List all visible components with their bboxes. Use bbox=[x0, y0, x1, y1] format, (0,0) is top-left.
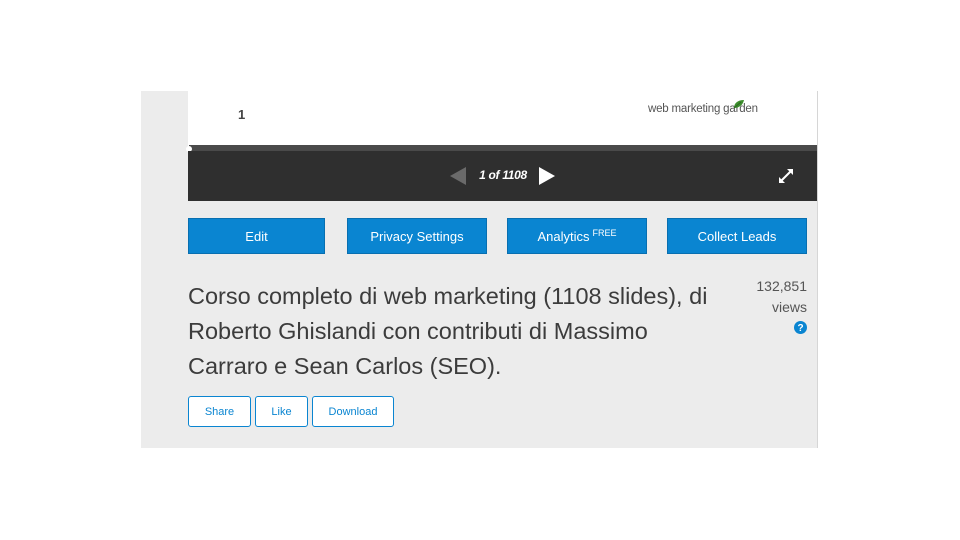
svg-text:?: ? bbox=[797, 323, 803, 334]
slide-page-number: 1 bbox=[238, 107, 246, 122]
collect-leads-label: Collect Leads bbox=[697, 228, 777, 244]
like-label: Like bbox=[271, 405, 292, 418]
privacy-settings-button[interactable]: Privacy Settings bbox=[347, 218, 487, 254]
view-counter: 132,851 views bbox=[721, 276, 807, 318]
edit-button-label: Edit bbox=[245, 228, 268, 244]
next-slide-button[interactable] bbox=[536, 165, 558, 187]
download-button[interactable]: Download bbox=[312, 396, 394, 427]
like-button[interactable]: Like bbox=[255, 396, 308, 427]
presentation-title: Corso completo di web marketing (1108 sl… bbox=[188, 283, 708, 379]
analytics-free-badge: FREE bbox=[592, 228, 617, 238]
slideshow-panel: 1 web marketing garden 1 of 1108 Edit Pr… bbox=[141, 91, 818, 448]
analytics-label: Analytics bbox=[537, 228, 590, 244]
brand-logo: web marketing garden bbox=[648, 99, 768, 123]
page-indicator: 1 of 1108 bbox=[479, 168, 527, 182]
player-toolbar: 1 of 1108 bbox=[188, 151, 817, 201]
help-icon[interactable]: ? bbox=[794, 321, 807, 334]
collect-leads-button[interactable]: Collect Leads bbox=[667, 218, 807, 254]
privacy-settings-label: Privacy Settings bbox=[370, 228, 464, 244]
slide-preview: 1 web marketing garden bbox=[188, 91, 817, 145]
action-buttons: Edit Privacy Settings Analytics FREE Coll… bbox=[188, 218, 817, 256]
expand-arrows-icon bbox=[779, 169, 793, 183]
fullscreen-button[interactable] bbox=[777, 167, 795, 185]
triangle-left-icon bbox=[450, 167, 466, 185]
views-label: views bbox=[771, 299, 807, 315]
share-label: Share bbox=[204, 405, 235, 418]
download-label: Download bbox=[328, 405, 378, 418]
leaf-icon bbox=[733, 100, 744, 109]
view-count: 132,851 bbox=[756, 278, 807, 294]
triangle-right-icon bbox=[539, 167, 555, 185]
edit-button[interactable]: Edit bbox=[188, 218, 325, 254]
previous-slide-button[interactable] bbox=[448, 165, 470, 187]
share-button[interactable]: Share bbox=[188, 396, 251, 427]
analytics-button[interactable]: Analytics FREE bbox=[507, 218, 647, 254]
